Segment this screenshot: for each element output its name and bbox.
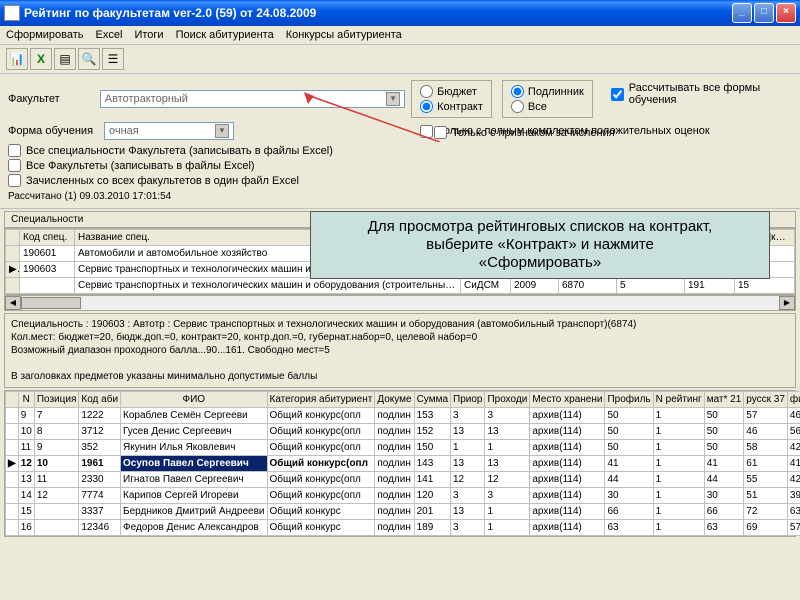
spec-row[interactable]: Сервис транспортных и технологических ма… xyxy=(6,278,795,294)
window-title: Рейтинг по факультетам ver-2.0 (59) от 2… xyxy=(24,6,732,20)
toolbar-filter-icon[interactable]: ☰ xyxy=(102,48,124,70)
applicant-row[interactable]: 14127774Карипов Сергей ИгоревиОбщий конк… xyxy=(6,488,800,504)
applicant-grid[interactable]: N Позиция Код аби ФИО Категория абитурие… xyxy=(4,390,796,537)
menu-excel[interactable]: Excel xyxy=(96,29,123,41)
toolbar-search-icon[interactable]: 🔍 xyxy=(78,48,100,70)
titlebar: Рейтинг по факультетам ver-2.0 (59) от 2… xyxy=(0,0,800,26)
calc-timestamp: Рассчитано (1) 09.03.2010 17:01:54 xyxy=(8,191,792,202)
chk-full-set[interactable] xyxy=(420,125,433,138)
applicant-row[interactable]: 153337Бердников Дмитрий АндреевиОбщий ко… xyxy=(6,504,800,520)
applicant-row[interactable]: 13112330Игнатов Павел СергеевичОбщий кон… xyxy=(6,472,800,488)
chk-enrolled[interactable] xyxy=(8,174,21,187)
radio-all[interactable] xyxy=(511,100,524,113)
chk-all-fac[interactable] xyxy=(8,159,21,172)
menu-search[interactable]: Поиск абитуриента xyxy=(176,29,274,41)
faculty-combo[interactable]: Автотракторный ▼ xyxy=(100,90,405,108)
faculty-value: Автотракторный xyxy=(105,93,188,105)
menu-contests[interactable]: Конкурсы абитуриента xyxy=(286,29,402,41)
filter-form: Факультет Автотракторный ▼ Бюджет Контра… xyxy=(0,74,800,209)
toolbar-excel-icon[interactable]: X xyxy=(30,48,52,70)
radio-contract[interactable] xyxy=(420,100,433,113)
window-controls: _ □ × xyxy=(732,3,796,23)
doc-group: Подлинник Все xyxy=(502,80,593,118)
applicant-row[interactable]: ▶12101961Осупов Павел СергеевичОбщий кон… xyxy=(6,456,800,472)
spec-scrollbar[interactable]: ◀ ▶ xyxy=(4,295,796,311)
radio-original[interactable] xyxy=(511,85,524,98)
applicant-row[interactable]: 1083712Гусев Денис СергеевичОбщий конкур… xyxy=(6,424,800,440)
menu-results[interactable]: Итоги xyxy=(134,29,163,41)
applicant-row[interactable]: 1612346Федоров Денис АлександровОбщий ко… xyxy=(6,520,800,536)
chk-all-spec[interactable] xyxy=(8,144,21,157)
menu-form[interactable]: Сформировать xyxy=(6,29,84,41)
minimize-button[interactable]: _ xyxy=(732,3,752,23)
maximize-button[interactable]: □ xyxy=(754,3,774,23)
toolbar-chart-icon[interactable]: 📊 xyxy=(6,48,28,70)
toolbar-list-icon[interactable]: ▤ xyxy=(54,48,76,70)
funding-group: Бюджет Контракт xyxy=(411,80,492,118)
menubar: Сформировать Excel Итоги Поиск абитуриен… xyxy=(0,26,800,45)
chk-calc-all[interactable] xyxy=(611,88,624,101)
toolbar: 📊 X ▤ 🔍 ☰ xyxy=(0,45,800,74)
applicant-row[interactable]: 971222Кораблев Семён СергеевиОбщий конку… xyxy=(6,408,800,424)
app-icon xyxy=(4,5,20,21)
applicant-row[interactable]: 119352Якунин Илья ЯковлевичОбщий конкурс… xyxy=(6,440,800,456)
close-button[interactable]: × xyxy=(776,3,796,23)
chevron-down-icon[interactable]: ▼ xyxy=(215,124,229,138)
applicant-header-row: N Позиция Код аби ФИО Категория абитурие… xyxy=(6,392,800,408)
chk-enrollment[interactable] xyxy=(434,126,447,139)
info-block: Специальность : 190603 : Автотр : Сервис… xyxy=(4,313,796,388)
eduform-label: Форма обучения xyxy=(8,125,98,137)
eduform-combo[interactable]: очная ▼ xyxy=(104,122,234,140)
instruction-callout: Для просмотра рейтинговых списков на кон… xyxy=(310,211,770,279)
scroll-right-icon[interactable]: ▶ xyxy=(779,296,795,310)
radio-budget[interactable] xyxy=(420,85,433,98)
eduform-value: очная xyxy=(109,125,139,137)
scroll-thumb[interactable] xyxy=(21,297,81,309)
faculty-label: Факультет xyxy=(8,93,94,105)
chevron-down-icon[interactable]: ▼ xyxy=(386,92,400,106)
scroll-left-icon[interactable]: ◀ xyxy=(5,296,21,310)
